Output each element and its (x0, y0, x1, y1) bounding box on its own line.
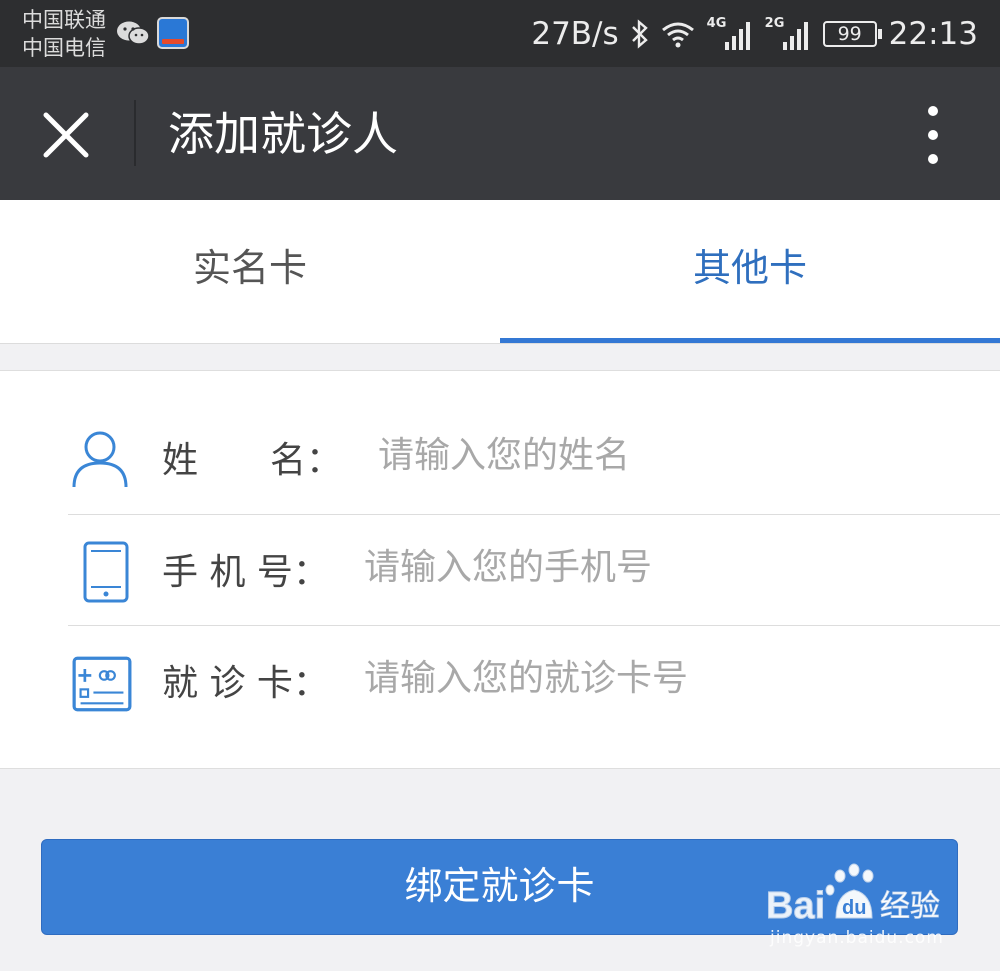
status-indicators: 27B/s 4G 2G 99 22:13 (531, 10, 978, 58)
close-icon[interactable] (40, 109, 92, 161)
phone-icon (83, 541, 129, 603)
phone-input[interactable] (364, 537, 944, 597)
page-title: 添加就诊人 (168, 107, 398, 161)
user-icon (72, 431, 128, 488)
title-divider (134, 100, 136, 166)
more-options-icon[interactable] (915, 103, 951, 167)
name-row: 姓 名： (0, 401, 1000, 512)
active-tab-indicator (500, 338, 1000, 343)
card-number-input[interactable] (364, 648, 964, 708)
tab-real-name-card[interactable]: 实名卡 (0, 200, 500, 344)
signal-4g-icon: 4G (707, 16, 753, 52)
carrier-1: 中国联通 (22, 8, 106, 32)
phone-label: 手 机 号： (162, 552, 329, 593)
status-bar: 中国联通 中国电信 27B/s 4G 2G 99 22:13 (0, 0, 1000, 67)
medical-card-icon (72, 656, 132, 712)
name-label: 姓 名： (162, 440, 343, 481)
title-bar: 添加就诊人 (0, 67, 1000, 200)
card-row: 就 诊 卡： (0, 624, 1000, 735)
tab-other-card[interactable]: 其他卡 (500, 200, 1000, 344)
clock: 22:13 (888, 16, 978, 52)
wechat-icon (117, 21, 150, 45)
carrier-2: 中国电信 (22, 36, 106, 60)
watermark-site-text: jingyan.baidu.com (770, 928, 944, 948)
battery-indicator: 99 (822, 21, 882, 47)
card-type-tabs: 实名卡 其他卡 (0, 200, 1000, 344)
wifi-icon (661, 22, 694, 48)
name-input[interactable] (378, 425, 938, 485)
network-speed: 27B/s (531, 16, 619, 52)
svg-text:du: du (842, 897, 866, 919)
svg-text:Bai: Bai (766, 885, 825, 927)
phone-row: 手 机 号： (0, 513, 1000, 624)
signal-2g-icon: 2G (765, 16, 811, 52)
card-label: 就 诊 卡： (162, 663, 329, 704)
bluetooth-icon (631, 19, 648, 49)
svg-text:经验: 经验 (880, 889, 940, 924)
patient-form: 姓 名： 手 机 号： 就 诊 卡： (0, 370, 1000, 769)
autohome-app-icon (157, 17, 189, 49)
carrier-labels: 中国联通 中国电信 (22, 6, 106, 62)
